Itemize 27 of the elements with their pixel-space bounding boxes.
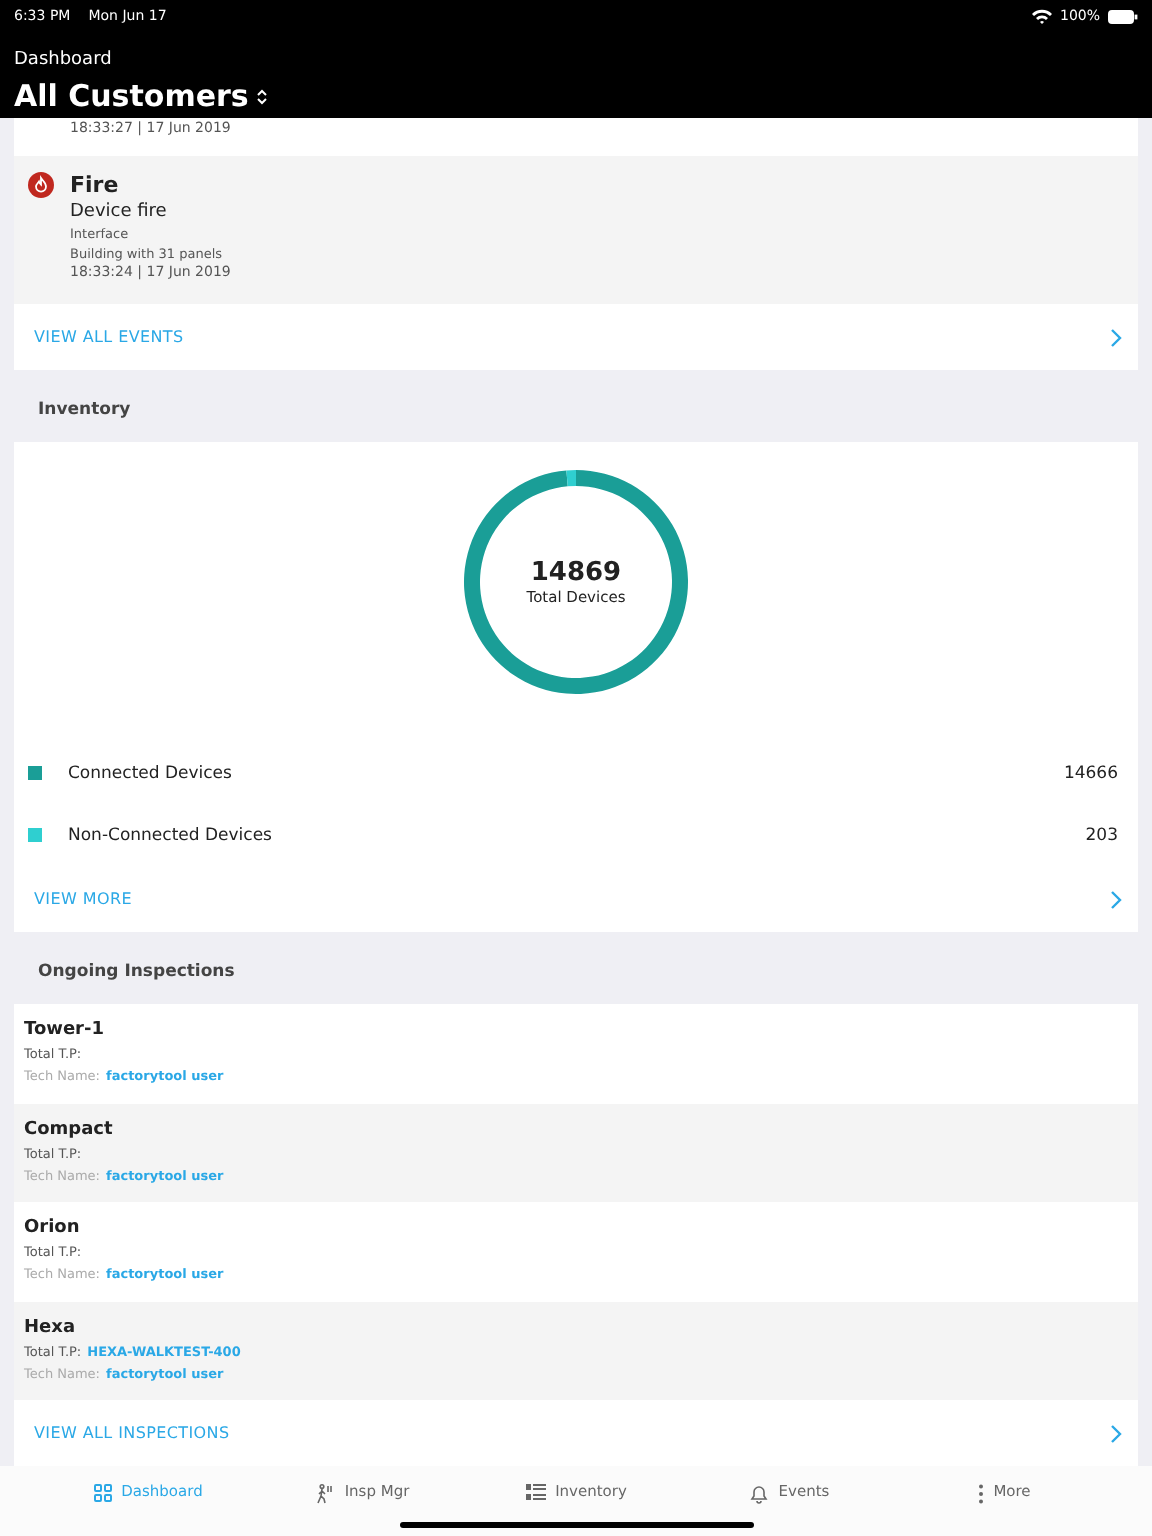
section-heading: Inventory — [36, 397, 133, 424]
inspection-name: Compact — [24, 1119, 115, 1140]
battery-icon — [1108, 9, 1138, 23]
customer-title: All Customers — [14, 78, 249, 114]
event-description: Device fire — [70, 202, 169, 223]
event-type: Fire — [70, 172, 121, 199]
legend-value: 203 — [1085, 825, 1118, 846]
flame-icon — [28, 172, 54, 199]
walking-person-icon — [314, 1484, 335, 1505]
more-dots-icon — [977, 1484, 984, 1505]
inspection-name: Orion — [24, 1218, 82, 1239]
chevron-right-icon — [1110, 1423, 1122, 1444]
list-icon — [525, 1484, 546, 1501]
inspection-name: Hexa — [24, 1317, 78, 1338]
legend-label: Non-Connected Devices — [68, 825, 274, 846]
chevron-right-icon — [1110, 889, 1122, 910]
legend-label: Connected Devices — [68, 763, 234, 784]
total-count: 14869 — [530, 558, 622, 589]
wifi-icon — [1031, 8, 1052, 24]
grid-icon — [93, 1484, 112, 1503]
section-heading: Ongoing Inspections — [36, 959, 237, 986]
sort-chevrons-icon[interactable] — [256, 87, 269, 105]
inspection-name: Tower-1 — [24, 1020, 106, 1041]
chevron-right-icon — [1110, 327, 1122, 348]
legend-value: 14666 — [1063, 763, 1118, 784]
bell-icon — [750, 1484, 769, 1505]
breadcrumb[interactable]: Dashboard — [14, 50, 1138, 70]
